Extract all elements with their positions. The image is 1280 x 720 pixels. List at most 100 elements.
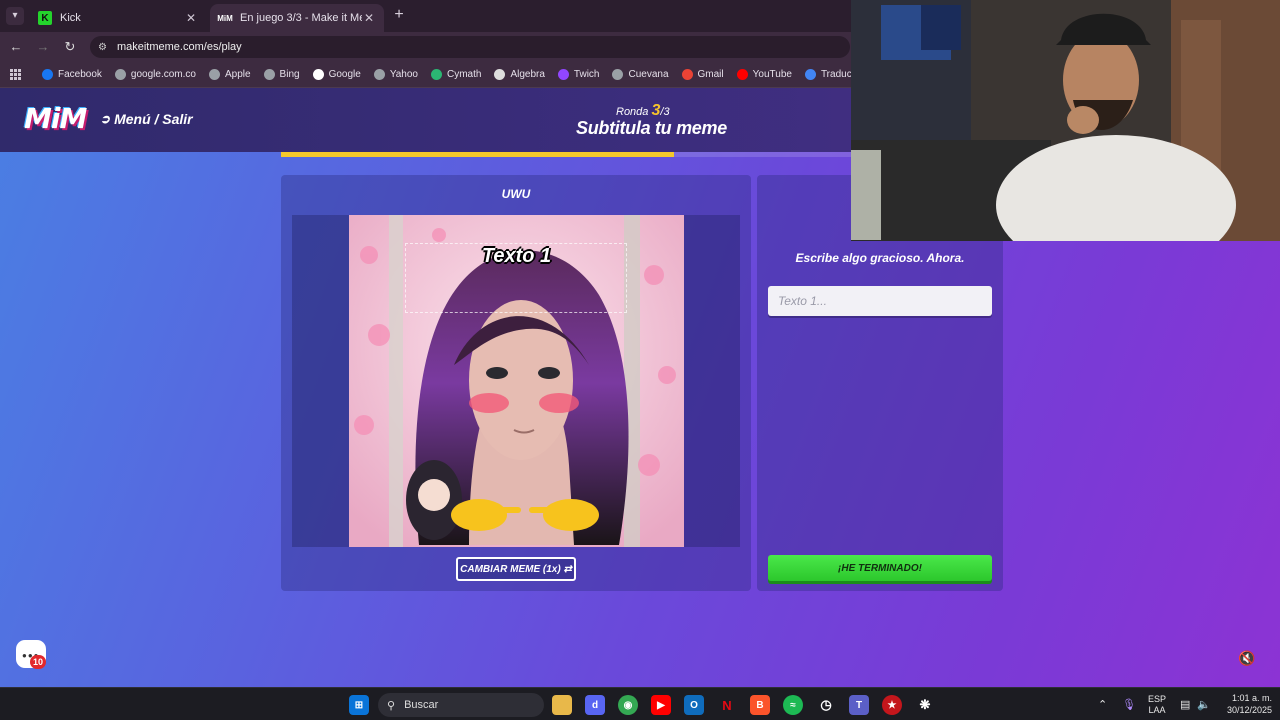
forward-arrow-icon[interactable]: → bbox=[34, 38, 52, 56]
bookmark-list: Facebook google.com.co Apple Bing Google Yaho… bbox=[42, 69, 918, 80]
bookmark-label: Yahoo bbox=[389, 69, 418, 80]
bookmark-label: Apple bbox=[224, 69, 251, 80]
bookmark-item[interactable]: Google bbox=[312, 69, 361, 80]
bookmark-favicon-icon bbox=[42, 69, 53, 80]
bookmark-label: Algebra bbox=[510, 69, 545, 80]
bookmark-label: Cuevana bbox=[628, 69, 669, 80]
clock-time: 1:01 a. m. bbox=[1231, 693, 1272, 703]
site-info-icon[interactable]: ⚙ bbox=[98, 42, 107, 53]
spotify-icon[interactable]: ≈ bbox=[783, 695, 803, 715]
kick-favicon-icon: K bbox=[38, 11, 52, 25]
lang-top: ESP bbox=[1148, 693, 1167, 704]
volume-icon[interactable]: 🔈 bbox=[1197, 688, 1211, 720]
bookmark-item[interactable]: Twich bbox=[557, 69, 600, 80]
system-clock[interactable]: 1:01 a. m. 30/12/2025 bbox=[1220, 692, 1272, 716]
reload-icon[interactable]: ↻ bbox=[61, 38, 79, 56]
windows-start-icon[interactable]: ⊞ bbox=[349, 695, 369, 715]
file-explorer-icon[interactable] bbox=[552, 695, 572, 715]
bookmark-item[interactable]: Yahoo bbox=[373, 69, 418, 80]
bookmark-item[interactable]: Gmail bbox=[681, 69, 724, 80]
search-icon: ⚲ bbox=[387, 699, 396, 712]
discord-icon[interactable]: d bbox=[585, 695, 605, 715]
bookmark-favicon-icon bbox=[612, 69, 624, 80]
done-button[interactable]: ¡HE TERMINADO! bbox=[768, 555, 992, 581]
app-red-icon[interactable]: ★ bbox=[882, 695, 902, 715]
chat-unread-badge: 10 bbox=[30, 655, 46, 669]
mute-speaker-icon[interactable]: 🔇 bbox=[1238, 650, 1255, 667]
bookmark-favicon-icon bbox=[373, 69, 385, 80]
back-arrow-icon[interactable]: ← bbox=[7, 38, 25, 56]
taskbar-search[interactable]: ⚲ Buscar bbox=[378, 693, 544, 717]
netflix-icon[interactable]: N bbox=[717, 695, 737, 715]
bookmark-item[interactable]: Cymath bbox=[431, 69, 481, 80]
bookmark-item[interactable]: Traducir bbox=[804, 69, 857, 80]
bookmark-label: Gmail bbox=[697, 69, 724, 80]
tab-search-button[interactable]: ▾ bbox=[6, 7, 24, 25]
network-icon[interactable]: ▤ bbox=[1180, 688, 1190, 720]
bookmark-label: Bing bbox=[279, 69, 300, 80]
bookmark-item[interactable]: Cuevana bbox=[612, 69, 669, 80]
meme-image: Texto 1 bbox=[349, 215, 684, 547]
caption-text-input[interactable] bbox=[768, 286, 992, 316]
apps-grid-icon[interactable] bbox=[10, 68, 22, 81]
bookmark-favicon-icon bbox=[114, 69, 126, 80]
url-text: makeitmeme.com/es/play bbox=[116, 41, 242, 53]
microphone-icon[interactable]: 🎙 bbox=[1122, 688, 1136, 720]
bookmark-item[interactable]: YouTube bbox=[736, 69, 792, 80]
bookmark-favicon-icon bbox=[208, 69, 220, 80]
teams-icon[interactable]: T bbox=[849, 695, 869, 715]
bookmark-favicon-icon bbox=[312, 69, 324, 80]
tab-make-it-meme[interactable]: MiM En juego 3/3 - Make it Meme ✕ bbox=[210, 4, 384, 32]
tab-title: En juego 3/3 - Make it Meme bbox=[240, 12, 362, 24]
bookmark-favicon-icon bbox=[494, 69, 506, 80]
tab-kick[interactable]: K Kick ✕ bbox=[30, 4, 206, 32]
bookmark-item[interactable]: Facebook bbox=[42, 69, 102, 80]
bookmark-label: Twich bbox=[573, 69, 600, 80]
bookmark-favicon-icon bbox=[263, 69, 275, 80]
chrome-icon[interactable]: ◉ bbox=[618, 695, 638, 715]
bookmark-label: YouTube bbox=[752, 69, 792, 80]
tray-overflow-icon[interactable]: ⌃ bbox=[1098, 688, 1107, 720]
caption-prompt: Escribe algo gracioso. Ahora. bbox=[795, 251, 965, 265]
bookmark-label: Cymath bbox=[447, 69, 482, 80]
round-label: Ronda bbox=[616, 106, 649, 118]
new-tab-icon[interactable]: + bbox=[390, 6, 408, 24]
tab-title: Kick bbox=[60, 12, 81, 24]
mim-logo[interactable]: MiM bbox=[24, 102, 87, 135]
bookmark-favicon-icon bbox=[431, 69, 442, 80]
menu-exit-button[interactable]: ➲ Menú / Salir bbox=[100, 111, 193, 127]
bookmark-item[interactable]: google.com.co bbox=[114, 69, 196, 80]
menu-exit-label: Menú / Salir bbox=[114, 111, 193, 127]
meme-card-title: UWU bbox=[501, 187, 531, 201]
chat-button[interactable]: ●●● 10 bbox=[16, 640, 46, 669]
speedometer-icon[interactable]: ◷ bbox=[816, 695, 836, 715]
bookmark-item[interactable]: Apple bbox=[208, 69, 251, 80]
bookmark-label: Facebook bbox=[58, 69, 102, 80]
bookmark-item[interactable]: Algebra bbox=[494, 69, 545, 80]
brave-icon[interactable]: B bbox=[750, 695, 770, 715]
meme-card: UWU Texto 1 CAMBIAR MEME (1x) ⇄ bbox=[281, 175, 751, 591]
address-bar[interactable]: ⚙ makeitmeme.com/es/play bbox=[90, 36, 850, 58]
outlook-icon[interactable]: O bbox=[684, 695, 704, 715]
bookmark-label: Google bbox=[328, 69, 361, 80]
windows-taskbar: ⊞ ⚲ Buscar d ◉ ▶ O N B ≈ ◷ T ★ ❋ ⌃ 🎙 ESP… bbox=[0, 687, 1280, 720]
bookmark-favicon-icon bbox=[557, 69, 569, 80]
bookmark-label: google.com.co bbox=[130, 69, 196, 80]
round-progress-bar bbox=[281, 152, 851, 157]
taskbar-search-label: Buscar bbox=[404, 699, 439, 711]
lang-bottom: LAA bbox=[1148, 704, 1166, 715]
tab-close-icon[interactable]: ✕ bbox=[362, 11, 376, 25]
bookmark-favicon-icon bbox=[736, 69, 748, 80]
page-title: Subtitula tu meme bbox=[576, 118, 727, 138]
mim-favicon-icon: MiM bbox=[217, 13, 233, 23]
webcam-overlay bbox=[851, 0, 1280, 241]
openai-icon[interactable]: ❋ bbox=[915, 695, 935, 715]
language-indicator[interactable]: ESP LAA bbox=[1148, 688, 1166, 720]
bookmark-item[interactable]: Bing bbox=[263, 69, 300, 80]
youtube-icon[interactable]: ▶ bbox=[651, 695, 671, 715]
round-total: /3 bbox=[660, 106, 670, 118]
clock-date: 30/12/2025 bbox=[1226, 705, 1272, 715]
tab-close-icon[interactable]: ✕ bbox=[184, 11, 198, 25]
webcam-feed bbox=[851, 0, 1280, 241]
change-meme-button[interactable]: CAMBIAR MEME (1x) ⇄ bbox=[456, 557, 576, 581]
